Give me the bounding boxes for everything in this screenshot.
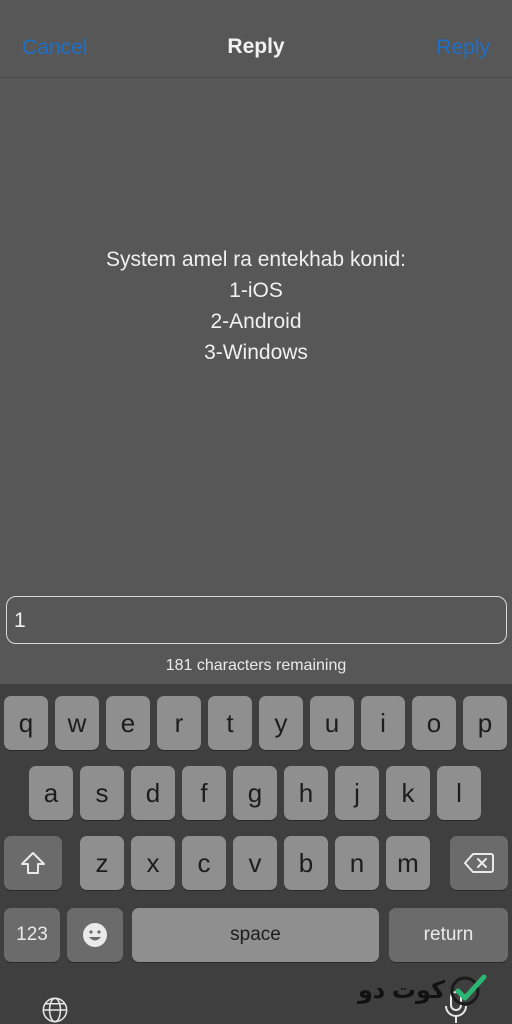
globe-icon[interactable] [37,996,73,1024]
key-q[interactable]: q [4,696,48,750]
message-line: 2-Android [210,310,302,333]
checkmark-icon [450,974,487,1006]
key-i[interactable]: i [361,696,405,750]
key-t[interactable]: t [208,696,252,750]
page-title: Reply [227,35,285,58]
key-e[interactable]: e [106,696,150,750]
emoji-key[interactable] [67,908,123,962]
emoji-icon [83,923,107,947]
key-y[interactable]: y [259,696,303,750]
key-a[interactable]: a [29,766,73,820]
key-n[interactable]: n [335,836,379,890]
reply-text-field[interactable]: 1 [6,596,507,644]
return-key[interactable]: return [389,908,508,962]
shift-icon [21,852,45,874]
key-k[interactable]: k [386,766,430,820]
shift-key[interactable] [4,836,62,890]
key-u[interactable]: u [310,696,354,750]
backspace-icon [464,853,494,873]
message-line: 3-Windows [204,341,308,364]
key-p[interactable]: p [463,696,507,750]
message-line: System amel ra entekhab konid: [106,248,406,271]
key-b[interactable]: b [284,836,328,890]
key-v[interactable]: v [233,836,277,890]
key-r[interactable]: r [157,696,201,750]
numbers-key[interactable]: 123 [4,908,60,962]
key-m[interactable]: m [386,836,430,890]
characters-remaining-label: 181 characters remaining [165,657,347,674]
key-c[interactable]: c [182,836,226,890]
navigation-bar: Cancel Reply Reply [0,0,512,78]
message-line: 1-iOS [229,279,283,302]
watermark-text: کوت دو [358,976,446,1004]
key-g[interactable]: g [233,766,277,820]
delete-key[interactable] [450,836,508,890]
key-f[interactable]: f [182,766,226,820]
key-o[interactable]: o [412,696,456,750]
space-key[interactable]: space [132,908,379,962]
message-body: System amel ra entekhab konid: 1-iOS 2-A… [0,244,512,368]
key-x[interactable]: x [131,836,175,890]
key-l[interactable]: l [437,766,481,820]
key-j[interactable]: j [335,766,379,820]
key-d[interactable]: d [131,766,175,820]
key-s[interactable]: s [80,766,124,820]
key-w[interactable]: w [55,696,99,750]
key-h[interactable]: h [284,766,328,820]
reply-button[interactable]: Reply [436,36,490,60]
watermark-logo: کوت دو [358,972,498,1008]
key-z[interactable]: z [80,836,124,890]
